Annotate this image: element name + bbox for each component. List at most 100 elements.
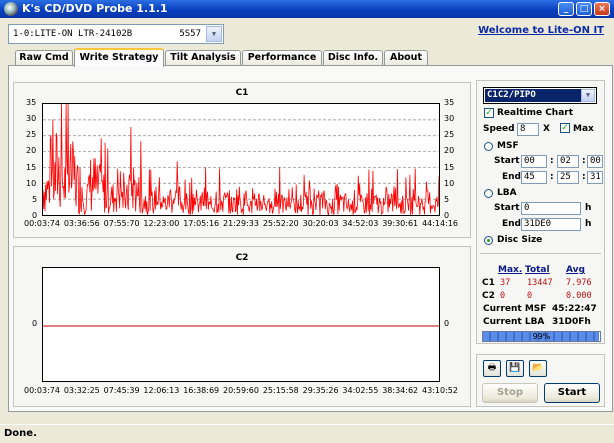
c2-x-tick: 20:59:60 (223, 386, 259, 395)
chevron-down-icon[interactable]: ▼ (206, 26, 222, 42)
lba-label: LBA (497, 188, 517, 198)
colon: : (550, 156, 554, 166)
c1-y-tick: 5 (444, 194, 450, 204)
welcome-link[interactable]: Welcome to Lite-ON IT (478, 25, 604, 36)
c1-x-tick: 03:36:56 (63, 219, 100, 228)
msf-end-frame[interactable]: 31 (587, 171, 603, 184)
scan-type-value: C1C2/PIPO (485, 89, 581, 102)
msf-start-frame[interactable]: 00 (587, 155, 603, 168)
c1-graph-box: C1 35 30 25 20 15 10 5 0 35 30 25 20 15 10 5 0 00:03:7… (13, 82, 471, 238)
tab-write-strategy[interactable]: Write Strategy (74, 48, 164, 67)
c2-graph-box: C2 0 0 00:03:74 03:32:25 07:45:39 12:06:13 1… (13, 246, 471, 407)
status-bar: Done. (0, 424, 614, 443)
c2-x-tick: 12:06:13 (143, 386, 180, 395)
c2-x-tick: 00:03:74 (24, 386, 60, 395)
maximize-button[interactable]: □ (576, 2, 592, 16)
max-speed-checkbox[interactable]: ✓ (560, 123, 570, 133)
current-lba-value: 31D0Fh (552, 317, 591, 327)
disc-app-icon (4, 2, 18, 16)
drive-select[interactable]: 1-0:LITE-ON LTR-24102B 5S57 ▼ (8, 24, 224, 44)
stats-header-total: Total (525, 265, 550, 275)
scan-settings-panel: C1C2/PIPO ▼ ✓ Realtime Chart Speed 8 X ✓… (476, 80, 605, 316)
speed-input[interactable]: 8 (517, 123, 539, 136)
msf-label: MSF (497, 141, 519, 151)
c1-y-tick: 20 (444, 146, 455, 156)
c1-x-tick: 34:52:03 (342, 219, 379, 228)
c2-x-tick: 38:34:62 (382, 386, 419, 395)
c2-x-tick: 16:38:69 (183, 386, 220, 395)
c1-x-tick: 07:55:70 (103, 219, 140, 228)
lba-radio[interactable] (484, 189, 493, 198)
current-lba-label: Current LBA (483, 317, 545, 327)
c1-x-tick: 30:20:03 (302, 219, 339, 228)
c1-x-tick: 21:29:33 (223, 219, 259, 228)
c1-y-tick: 10 (444, 178, 455, 188)
start-button[interactable]: Start (544, 383, 600, 403)
msf-start-label: Start (494, 156, 520, 166)
c1-graph-title: C1 (235, 88, 249, 98)
realtime-chart-checkbox[interactable]: ✓ (484, 108, 494, 118)
msf-end-sec[interactable]: 25 (557, 171, 579, 184)
c1-y-tick: 30 (444, 114, 455, 124)
lba-end-label: End (502, 219, 521, 229)
window-title: K's CD/DVD Probe 1.1.1 (22, 2, 168, 15)
open-icon[interactable]: 📂 (529, 360, 547, 377)
minimize-button[interactable]: _ (558, 2, 574, 16)
realtime-chart-label: Realtime Chart (497, 108, 574, 118)
chevron-down-icon[interactable]: ▼ (581, 89, 595, 102)
stats-row-c1-name: C1 (482, 278, 495, 288)
stats-header-avg: Avg (566, 265, 585, 275)
current-msf-label: Current MSF (483, 304, 547, 314)
c1-x-tick: 17:05:16 (183, 219, 220, 228)
stats-header-max: Max. (498, 265, 523, 275)
scan-progress-bar: 99% (482, 331, 601, 342)
tab-panel: C1 35 30 25 20 15 10 5 0 35 30 25 20 15 10 5 0 00:03:7… (8, 65, 613, 412)
tab-performance[interactable]: Performance (242, 50, 322, 66)
lba-end-input[interactable]: 31DE0 (521, 218, 581, 231)
divider (480, 253, 601, 254)
progress-text: 99% (532, 332, 551, 341)
current-position-panel: Current MSF 45:22:47 Current LBA 31D0Fh … (476, 304, 605, 344)
lba-start-input[interactable]: 0 (521, 202, 581, 215)
close-button[interactable]: × (594, 2, 610, 16)
disc-size-label: Disc Size (497, 235, 543, 245)
action-panel: 🖶 💾 📂 Stop Start (476, 354, 605, 407)
tab-tilt-analysis[interactable]: Tilt Analysis (165, 50, 241, 66)
c1-y-tick: 15 (26, 162, 37, 172)
msf-end-min[interactable]: 45 (521, 171, 547, 184)
tab-raw-cmd[interactable]: Raw Cmd (15, 50, 73, 66)
stats-c2-max: 0 (500, 291, 506, 301)
c1-x-tick: 00:03:74 (24, 219, 60, 228)
c1-chart-svg (43, 104, 439, 215)
c2-y-tick-right: 0 (444, 319, 450, 328)
c1-y-tick: 5 (32, 194, 38, 204)
c1-x-tick: 12:23:00 (143, 219, 180, 228)
colon: : (582, 172, 586, 182)
msf-radio[interactable] (484, 142, 493, 151)
msf-start-sec[interactable]: 02 (557, 155, 579, 168)
c2-plot-area (42, 267, 440, 382)
lba-end-unit: h (585, 219, 592, 229)
stop-button[interactable]: Stop (482, 383, 538, 403)
colon: : (582, 156, 586, 166)
c1-y-tick: 25 (444, 130, 455, 140)
scan-type-select[interactable]: C1C2/PIPO ▼ (483, 87, 597, 104)
print-icon[interactable]: 🖶 (483, 360, 501, 377)
stats-c2-avg: 0.000 (566, 291, 592, 301)
save-icon[interactable]: 💾 (506, 360, 524, 377)
tab-about[interactable]: About (384, 50, 428, 66)
c2-x-tick: 43:10:52 (422, 386, 458, 395)
c2-x-tick: 25:15:58 (262, 386, 299, 395)
drive-firmware: 5S57 (179, 29, 201, 39)
c2-x-tick: 34:02:55 (342, 386, 379, 395)
c1-y-tick: 30 (26, 114, 37, 124)
c2-graph-title: C2 (235, 253, 249, 263)
stats-c1-max: 37 (500, 278, 511, 288)
title-bar: K's CD/DVD Probe 1.1.1 _ □ × (0, 0, 614, 18)
c1-y-tick: 10 (26, 178, 37, 188)
max-label: Max (573, 124, 594, 134)
stats-c1-total: 13447 (527, 278, 553, 288)
msf-start-min[interactable]: 00 (521, 155, 547, 168)
tab-disc-info[interactable]: Disc Info. (323, 50, 383, 66)
disc-size-radio[interactable] (484, 236, 493, 245)
